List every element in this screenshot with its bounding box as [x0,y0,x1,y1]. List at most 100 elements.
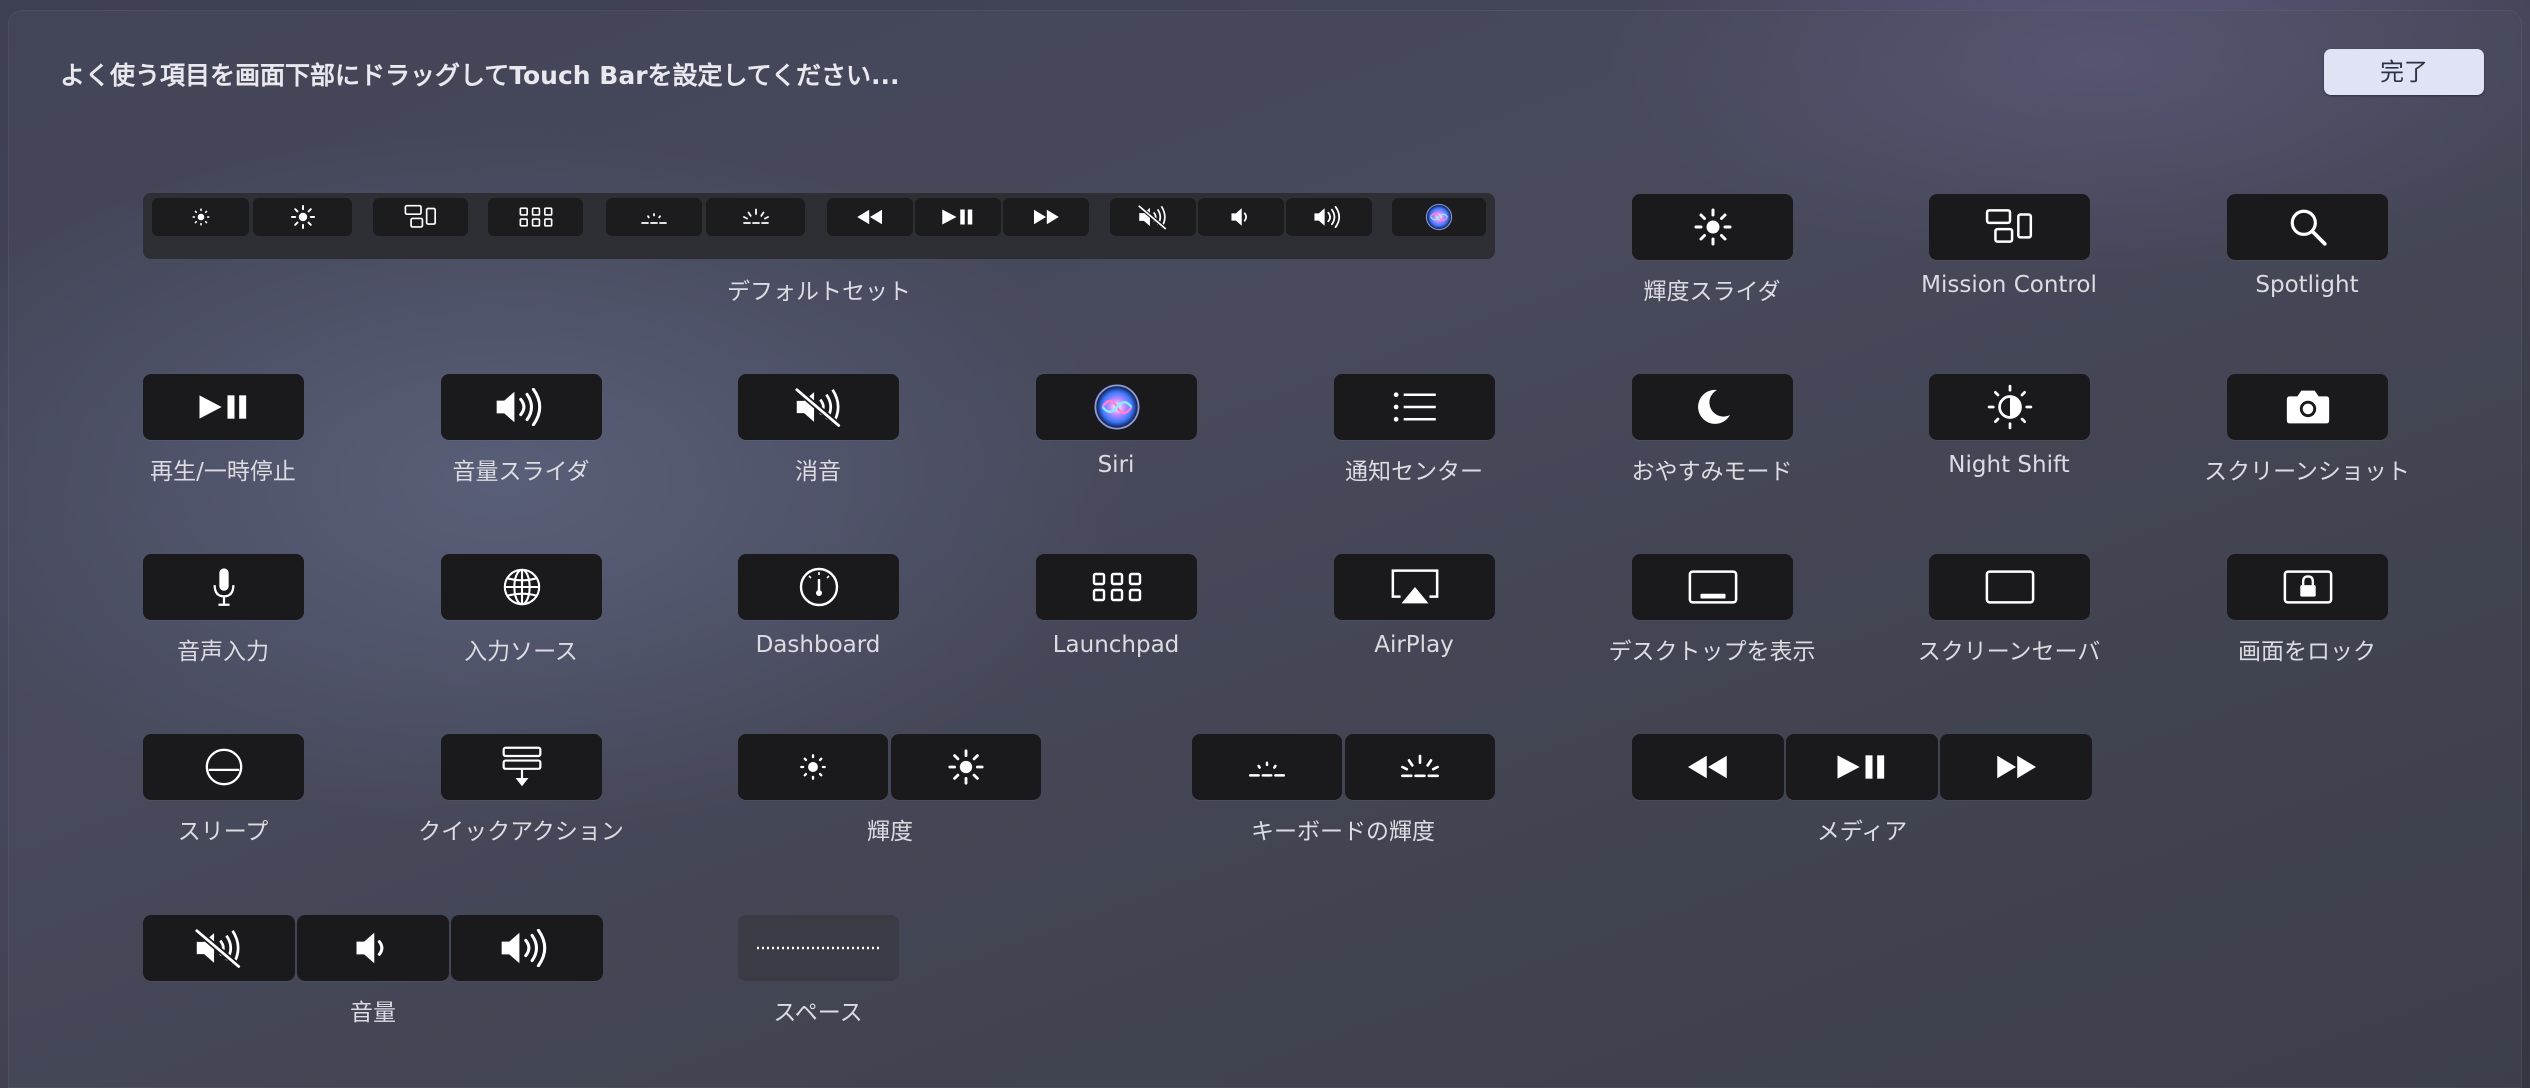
airplay-label: AirPlay [1374,632,1454,658]
keyboard-brightness-label: キーボードの輝度 [1251,819,1435,845]
rewind-button[interactable] [827,198,913,236]
siri-label: Siri [1097,452,1135,478]
rewind-key[interactable] [1632,734,1784,800]
mute-icon [1136,204,1170,230]
brightness-down-button[interactable] [152,198,249,236]
brightness-down-key[interactable] [738,734,888,800]
lock-screen-label: 画面をロック [2238,639,2376,665]
quick-actions-icon [500,744,544,790]
siri-key[interactable] [1036,374,1197,440]
launchpad-key[interactable] [1036,554,1197,620]
brightness-down-icon [189,205,213,229]
mission-control-icon [404,204,438,230]
volume-down-button[interactable] [1198,198,1284,236]
fast-forward-button[interactable] [1003,198,1089,236]
show-desktop-label: デスクトップを表示 [1608,639,1816,665]
volume-up-key[interactable] [451,915,603,981]
brightness-up-button[interactable] [253,198,352,236]
volume-up-icon [499,929,555,967]
show-desktop-key[interactable] [1632,554,1793,620]
brightness-label: 輝度 [867,819,913,845]
lock-screen-key[interactable] [2227,554,2388,620]
launchpad-icon [1092,571,1142,603]
mute-label: 消音 [795,459,841,485]
volume-label: 音量 [350,1000,396,1026]
fast-forward-key[interactable] [1940,734,2092,800]
play-pause-icon [940,208,976,226]
mute-button[interactable] [1110,198,1196,236]
do-not-disturb-key[interactable] [1632,374,1793,440]
brightness-down-icon [795,749,831,785]
keyboard-brightness-up-icon [741,208,771,226]
dashboard-key[interactable] [738,554,899,620]
volume-down-key[interactable] [297,915,449,981]
launchpad-icon [519,206,553,228]
airplay-key[interactable] [1334,554,1495,620]
keyboard-brightness-up-key[interactable] [1345,734,1495,800]
volume-up-icon [1313,206,1345,228]
notification-center-key[interactable] [1334,374,1495,440]
volume-down-icon [1230,206,1252,228]
keyboard-brightness-down-button[interactable] [606,198,702,236]
siri-icon [1425,203,1453,231]
volume-up-button[interactable] [1286,198,1372,236]
keyboard-brightness-up-icon [1398,753,1442,781]
play-pause-label: 再生/一時停止 [150,459,296,485]
keyboard-brightness-down-icon [639,208,669,226]
launchpad-label: Launchpad [1052,632,1180,658]
desktop-icon [1687,567,1739,607]
brightness-up-key[interactable] [891,734,1041,800]
dashboard-label: Dashboard [755,632,881,658]
mission-control-button[interactable] [373,198,468,236]
mute-icon [791,386,847,428]
fast-forward-icon [1030,207,1062,227]
lock-icon [2282,567,2334,607]
gauge-icon [797,565,841,609]
volume-slider-key[interactable] [441,374,602,440]
dictation-label: 音声入力 [177,639,269,665]
mission-control-label: Mission Control [1921,272,2097,298]
done-button[interactable]: 完了 [2324,49,2484,95]
volume-down-icon [354,929,392,967]
play-pause-media-key[interactable] [1786,734,1938,800]
screenshot-key[interactable] [2227,374,2388,440]
keyboard-brightness-up-button[interactable] [706,198,805,236]
mute-key[interactable] [738,374,899,440]
notification-list-icon [1392,390,1438,424]
spotlight-label: Spotlight [2255,272,2359,298]
volume-up-icon [494,388,550,426]
screenshot-label: スクリーンショット [2204,459,2410,485]
screen-saver-label: スクリーンセーバ [1917,639,2101,665]
siri-button[interactable] [1392,198,1486,236]
media-label: メディア [1816,819,1908,845]
sleep-label: スリープ [177,819,269,845]
dictation-key[interactable] [143,554,304,620]
night-shift-key[interactable] [1929,374,2090,440]
microphone-icon [210,566,238,608]
sleep-key[interactable] [143,734,304,800]
keyboard-brightness-down-key[interactable] [1192,734,1342,800]
play-pause-button[interactable] [915,198,1001,236]
brightness-slider-key[interactable] [1632,194,1793,260]
mute-volume-key[interactable] [143,915,295,981]
sleep-icon [203,746,245,788]
dotted-space-icon [756,946,881,950]
space-label: スペース [773,1000,863,1026]
fast-forward-icon [1991,752,2041,782]
brightness-slider-label: 輝度スライダ [1643,279,1781,305]
launchpad-button[interactable] [488,198,583,236]
quick-actions-key[interactable] [441,734,602,800]
notification-center-label: 通知センター [1345,459,1483,485]
night-shift-label: Night Shift [1948,452,2070,478]
camera-icon [2283,387,2333,427]
default-set-bar[interactable] [143,193,1495,259]
space-key[interactable] [738,915,899,981]
mission-control-key[interactable] [1929,194,2090,260]
spotlight-key[interactable] [2227,194,2388,260]
play-pause-key[interactable] [143,374,304,440]
rewind-icon [1683,752,1733,782]
input-source-key[interactable] [441,554,602,620]
search-icon [2287,206,2329,248]
instruction-text: よく使う項目を画面下部にドラッグしてTouch Barを設定してください... [60,61,900,90]
screen-saver-key[interactable] [1929,554,2090,620]
